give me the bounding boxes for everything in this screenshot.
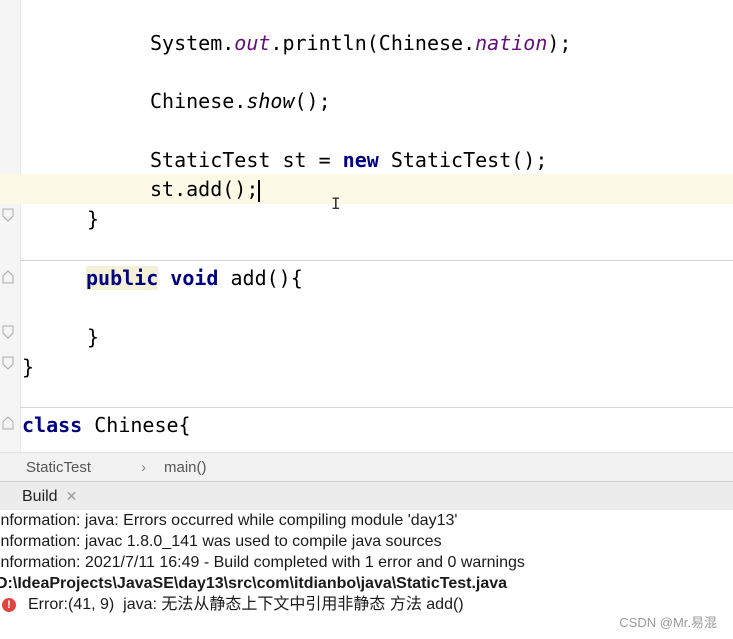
code-token-keyword: void (170, 266, 219, 290)
code-token: Chinese{ (82, 413, 191, 437)
code-token: StaticTest st = (150, 148, 343, 172)
tool-window-tabbar: Build ✕ (0, 481, 733, 511)
code-token: } (22, 355, 35, 379)
output-file-path[interactable]: D:\IdeaProjects\JavaSE\day13\src\com\itd… (0, 573, 733, 594)
build-tab[interactable]: Build ✕ (14, 482, 85, 510)
code-line-println: System.out.println(Chinese.nation); (0, 28, 733, 58)
output-line: Information: java: Errors occurred while… (0, 512, 458, 529)
code-token-keyword: class (22, 413, 83, 437)
output-line: Information: 2021/7/11 16:49 - Build com… (0, 554, 525, 571)
ibeam-cursor-icon: I (331, 194, 341, 213)
code-token: add(){ (218, 266, 303, 290)
code-token-field: out (234, 31, 271, 55)
chevron-right-icon: › (141, 459, 146, 476)
class-separator (20, 407, 733, 408)
build-tab-label: Build (22, 488, 58, 505)
method-separator (20, 260, 733, 261)
code-token: } (87, 207, 100, 231)
close-icon[interactable]: ✕ (66, 488, 78, 504)
breadcrumb-method[interactable]: main() (164, 453, 207, 482)
error-icon: ! (2, 597, 16, 612)
breadcrumb: StaticTest › main() (0, 452, 733, 482)
code-token-keyword: new (342, 148, 379, 172)
code-token: .println(Chinese. (270, 31, 476, 55)
code-line-close-brace: } (0, 204, 733, 234)
text-caret (258, 179, 261, 202)
code-token: } (87, 325, 100, 349)
code-line-show: Chinese.show(); (0, 86, 733, 116)
code-line-close-brace: } (0, 322, 733, 352)
code-token: (); (294, 89, 331, 113)
code-line-class-close: } (0, 352, 733, 382)
code-token: ); (547, 31, 572, 55)
watermark: CSDN @Mr.易混 (619, 615, 717, 630)
code-token: StaticTest(); (378, 148, 548, 172)
code-token-keyword: public (86, 266, 159, 290)
error-message: Error:(41, 9) java: 无法从静态上下文中引用非静态 方法 ad… (28, 596, 464, 613)
code-token: st.add(); (150, 177, 259, 201)
output-line: Information: javac 1.8.0_141 was used to… (0, 533, 442, 550)
code-line-add-method: public void add(){ (0, 263, 733, 293)
code-line-new-statictest: StaticTest st = new StaticTest(); (0, 145, 733, 175)
code-editor[interactable]: System.out.println(Chinese.nation); Chin… (0, 0, 733, 452)
breadcrumb-class[interactable]: StaticTest (26, 453, 91, 482)
code-line-class-chinese: class Chinese{ (0, 410, 733, 440)
code-line-current[interactable]: st.add(); (0, 174, 733, 204)
code-token: System. (150, 31, 235, 55)
code-token-field: nation (475, 31, 548, 55)
code-token: Chinese. (150, 89, 247, 113)
code-token-method: show (246, 89, 295, 113)
